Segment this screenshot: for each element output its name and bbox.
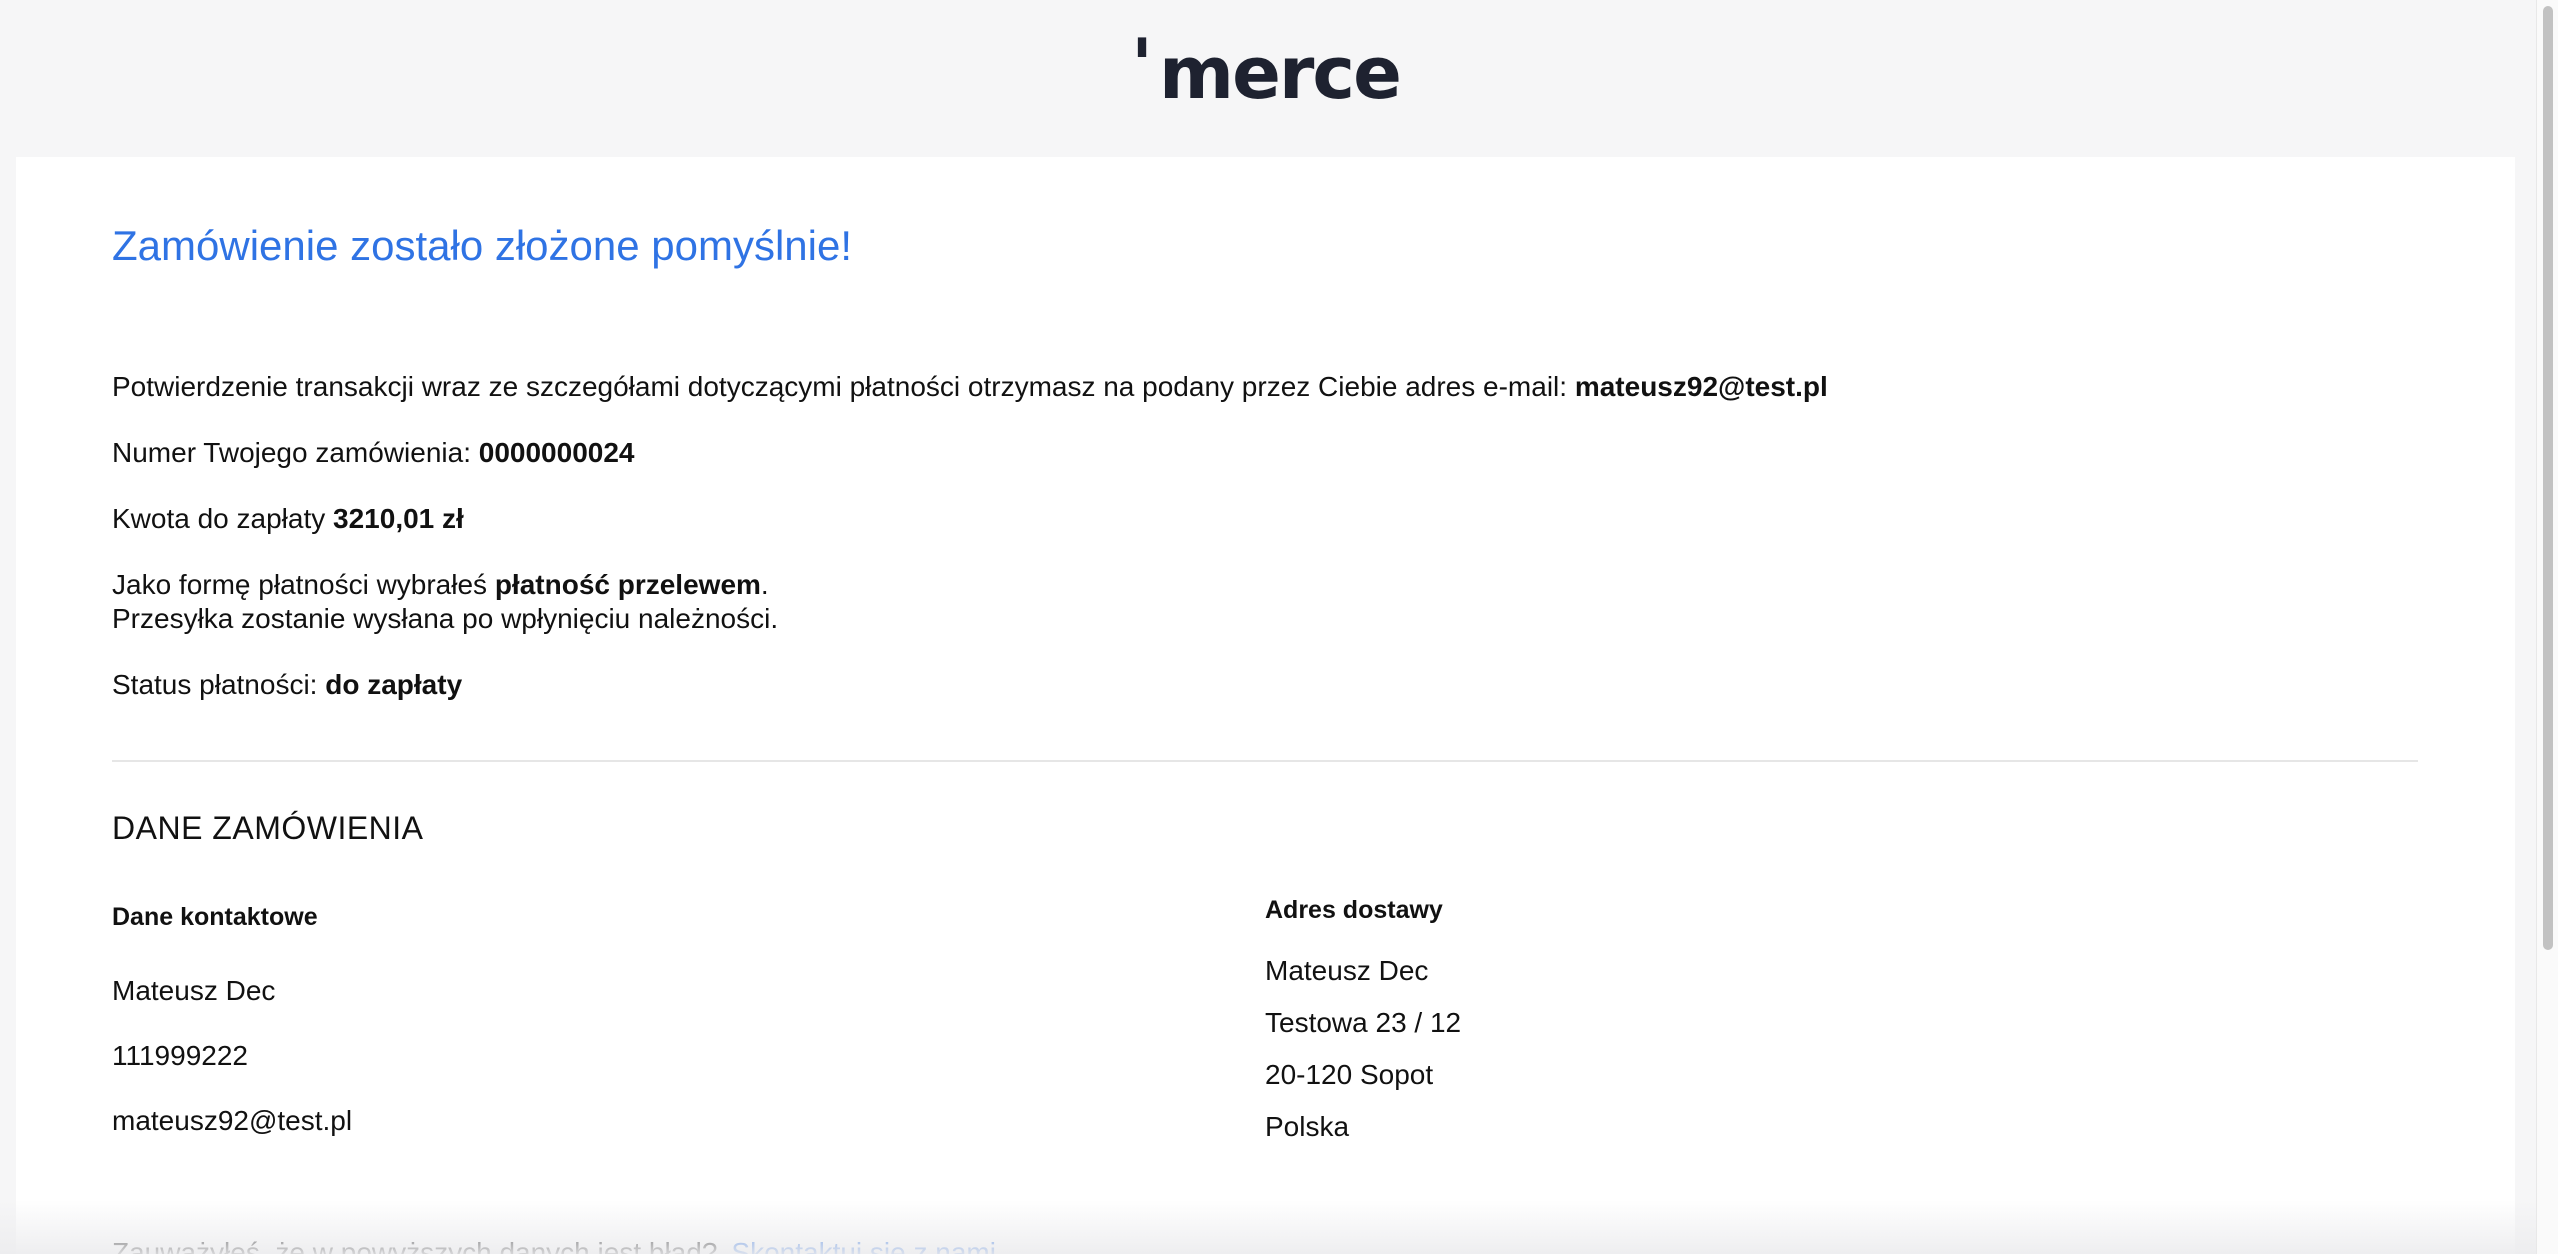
contact-name: Mateusz Dec bbox=[112, 975, 276, 1006]
error-question: Zauważyłeś, że w powyższych danych jest … bbox=[112, 1237, 718, 1254]
payment-method-suffix: . bbox=[760, 569, 769, 600]
payment-status-value: do zapłaty bbox=[325, 669, 463, 700]
logo-tick: ' bbox=[1131, 23, 1153, 107]
delivery-city: 20-120 Sopot bbox=[1265, 1059, 1434, 1090]
amount-due: Kwota do zapłaty 3210,01 zł bbox=[112, 502, 464, 536]
amount-value: 3210,01 zł bbox=[333, 503, 464, 534]
logo[interactable]: ' merce bbox=[1131, 23, 1402, 118]
amount-label: Kwota do zapłaty bbox=[112, 503, 334, 534]
contact-us-link[interactable]: Skontaktuj się z nami bbox=[731, 1237, 996, 1254]
logo-text: merce bbox=[1159, 31, 1402, 115]
contact-email: mateusz92@test.pl bbox=[112, 1105, 353, 1136]
payment-status: Status płatności: do zapłaty bbox=[112, 668, 462, 702]
error-notice: Zauważyłeś, że w powyższych danych jest … bbox=[112, 1236, 996, 1254]
delivery-street: Testowa 23 / 12 bbox=[1265, 1007, 1462, 1038]
vertical-scrollbar[interactable] bbox=[2536, 0, 2558, 1254]
order-number-label: Numer Twojego zamówienia: bbox=[112, 437, 479, 468]
email-notice: Potwierdzenie transakcji wraz ze szczegó… bbox=[112, 370, 1828, 404]
header: ' merce bbox=[0, 0, 2536, 157]
order-details-title: DANE ZAMÓWIENIA bbox=[112, 810, 424, 846]
page: ' merce Zamówienie zostało złożone pomyśl… bbox=[0, 0, 2558, 1254]
email-notice-text: Potwierdzenie transakcji wraz ze szczegó… bbox=[112, 371, 1575, 402]
scrollbar-thumb[interactable] bbox=[2543, 6, 2553, 950]
shipping-note: Przesyłka zostanie wysłana po wpłynięciu… bbox=[112, 603, 779, 634]
payment-method-value: płatność przelewem bbox=[494, 569, 761, 600]
payment-method-label: Jako formę płatności wybrałeś bbox=[112, 569, 495, 600]
contact-phone: 111999222 bbox=[112, 1040, 248, 1071]
divider bbox=[112, 760, 2418, 762]
payment-status-label: Status płatności: bbox=[112, 669, 326, 700]
delivery-name: Mateusz Dec bbox=[1265, 955, 1429, 986]
order-number-value: 0000000024 bbox=[478, 437, 635, 468]
delivery-country: Polska bbox=[1265, 1111, 1350, 1142]
delivery-heading: Adres dostawy bbox=[1265, 896, 1443, 924]
page-title: Zamówienie zostało złożone pomyślnie! bbox=[112, 222, 853, 269]
contact-heading: Dane kontaktowe bbox=[112, 903, 318, 931]
confirmation-email: mateusz92@test.pl bbox=[1574, 371, 1828, 402]
payment-method: Jako formę płatności wybrałeś płatność p… bbox=[112, 568, 769, 602]
order-number: Numer Twojego zamówienia: 0000000024 bbox=[112, 436, 635, 470]
